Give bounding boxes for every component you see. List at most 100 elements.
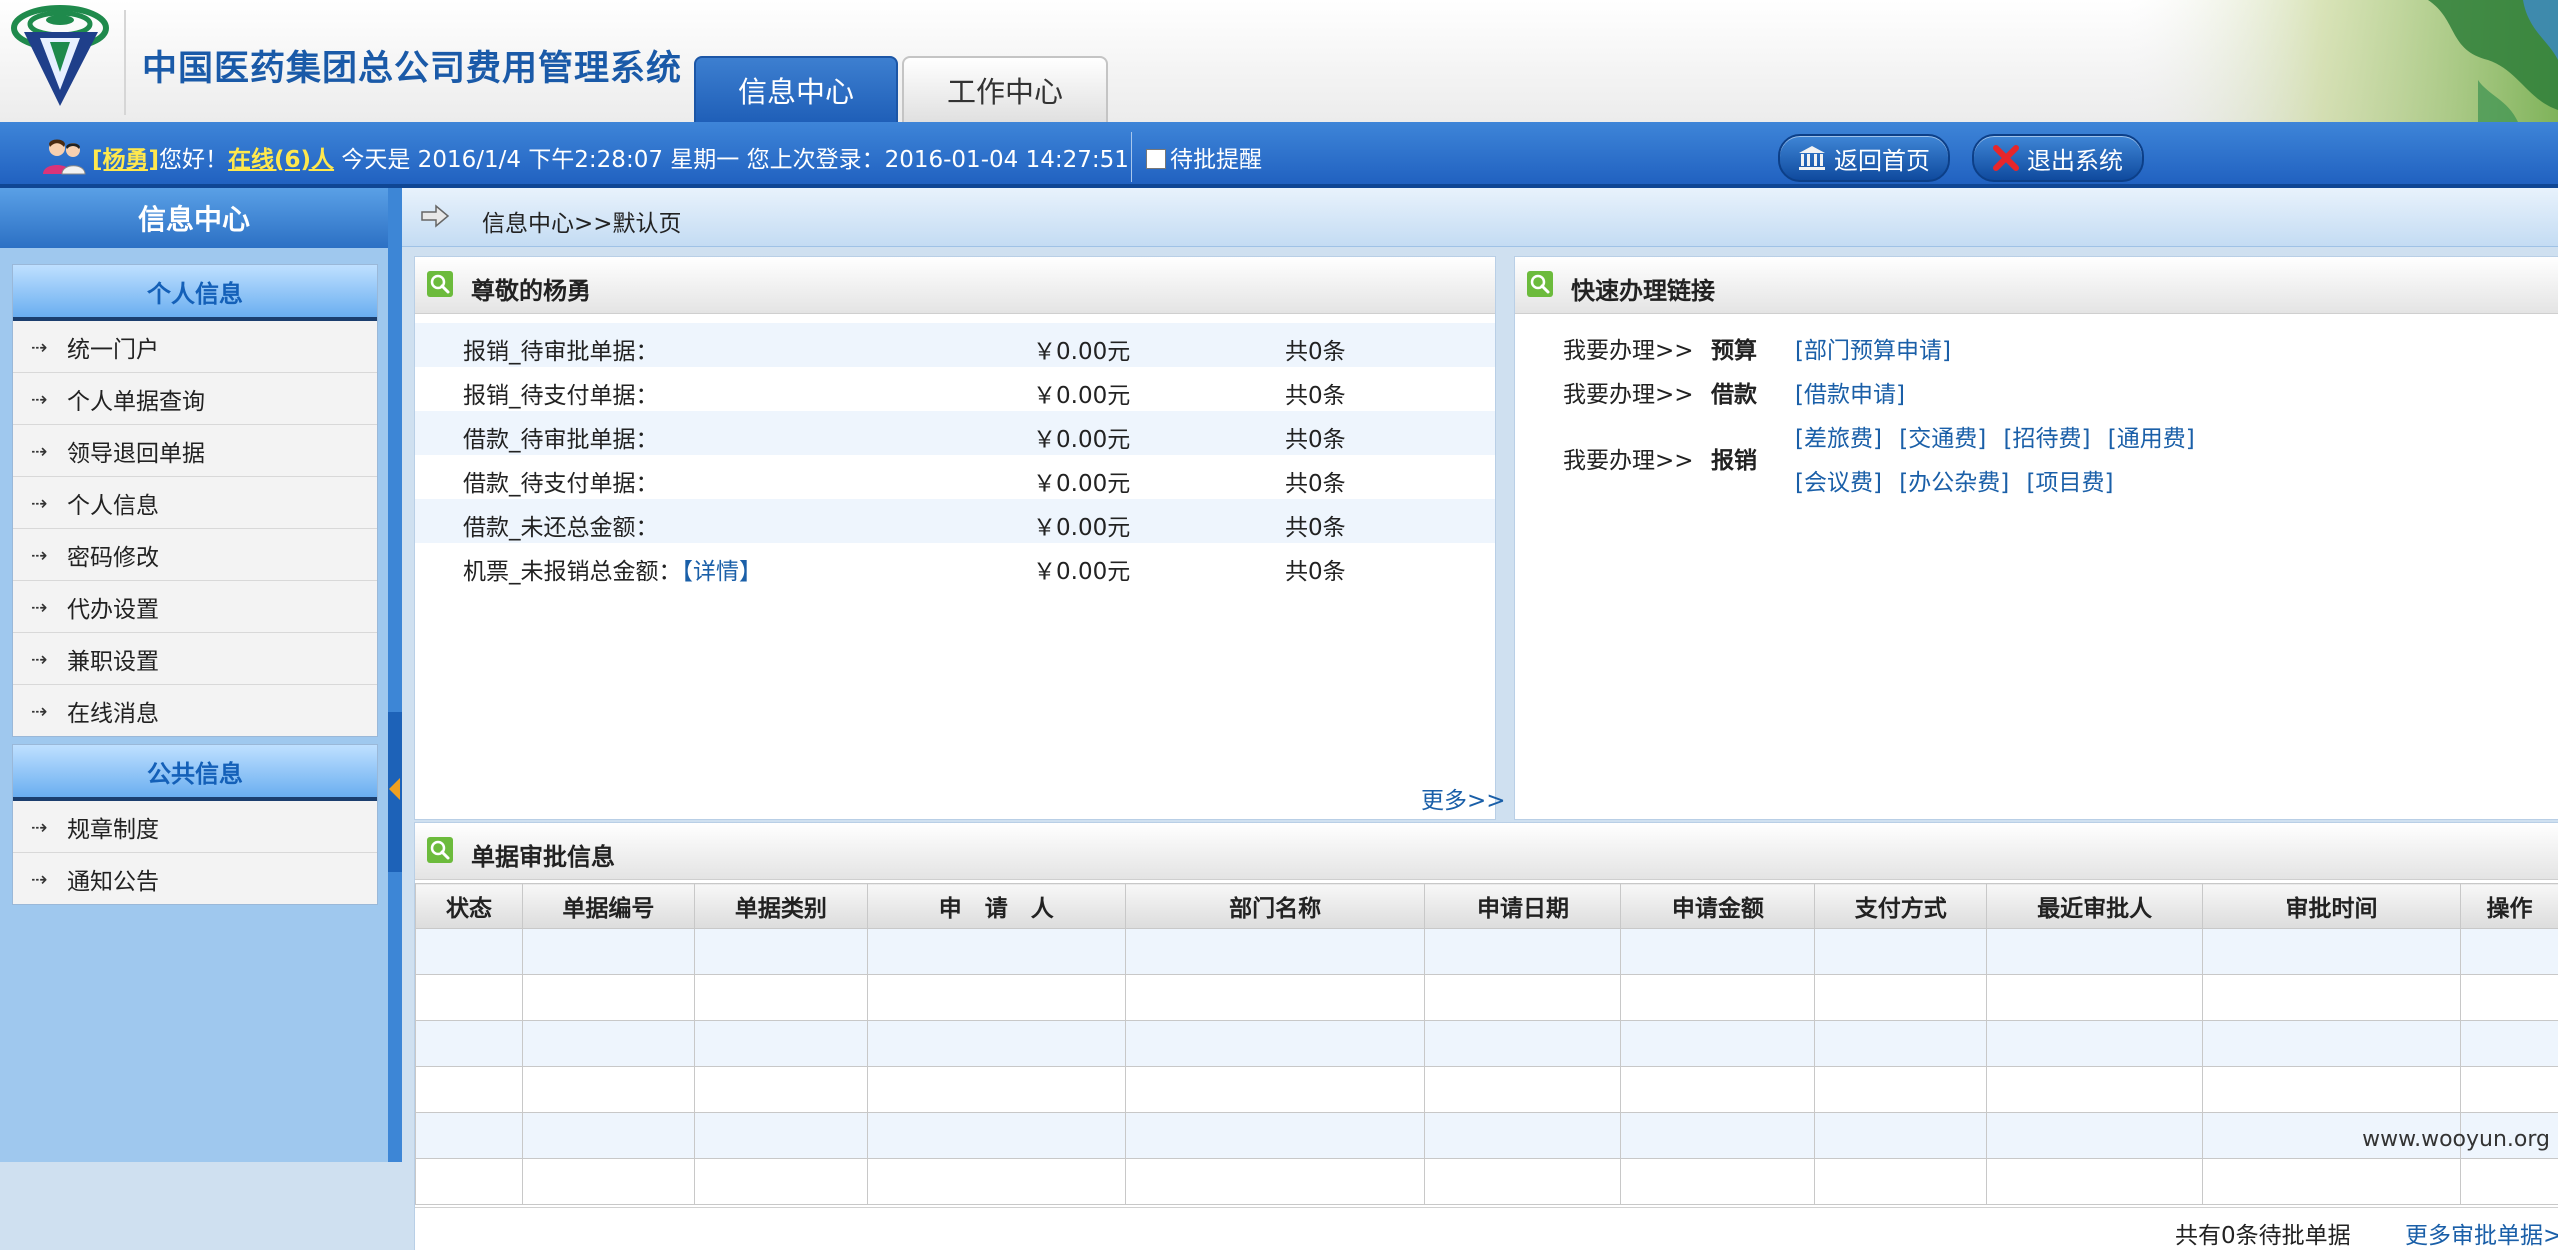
- table-cell: [2460, 1159, 2558, 1205]
- sidebar-item-label: 领导退回单据: [67, 434, 205, 468]
- sidebar-item-label: 个人单据查询: [67, 382, 205, 416]
- table-row[interactable]: [416, 975, 2558, 1021]
- online-users-link[interactable]: 在线(6)人: [228, 147, 334, 173]
- table-cell: [1621, 929, 1815, 975]
- table-cell: [1621, 1113, 1815, 1159]
- table-cell: [1815, 929, 1987, 975]
- sidebar-section-heading[interactable]: 个人信息: [13, 265, 377, 321]
- project-expense-link[interactable]: [项目费]: [2027, 470, 2114, 496]
- table-row[interactable]: [416, 1021, 2558, 1067]
- table-cell: [1425, 975, 1621, 1021]
- table-cell: [1621, 1159, 1815, 1205]
- column-header[interactable]: 单据编号: [522, 884, 694, 929]
- arrow-right-icon: [420, 204, 450, 228]
- header: 中国医药集团总公司费用管理系统 信息中心 工作中心: [0, 0, 2558, 122]
- column-header[interactable]: 申 请 人: [867, 884, 1125, 929]
- office-expense-link[interactable]: [办公杂费]: [1899, 470, 2009, 496]
- transport-expense-link[interactable]: [交通费]: [1899, 426, 1986, 452]
- user-info-bar: [杨勇]您好！在线(6)人 今天是 2016/1/4 下午2:28:07 星期一…: [0, 122, 2558, 188]
- travel-expense-link[interactable]: [差旅费]: [1795, 426, 1882, 452]
- sidebar-item-label: 统一门户: [67, 330, 159, 364]
- table-cell: [2203, 1159, 2461, 1205]
- column-header[interactable]: 审批时间: [2203, 884, 2461, 929]
- table-row[interactable]: [416, 1159, 2558, 1205]
- sidebar-item-notices[interactable]: ⇢通知公告: [13, 853, 377, 904]
- sidebar-section-personal: 个人信息 ⇢统一门户 ⇢个人单据查询 ⇢领导退回单据 ⇢个人信息 ⇢密码修改 ⇢…: [12, 264, 378, 737]
- user-name-link[interactable]: [杨勇]: [92, 147, 159, 173]
- close-icon: [1993, 145, 2019, 171]
- table-row[interactable]: [416, 1067, 2558, 1113]
- meeting-expense-link[interactable]: [会议费]: [1795, 470, 1882, 496]
- sidebar-item-returned-documents[interactable]: ⇢领导退回单据: [13, 425, 377, 477]
- table-cell: [1621, 975, 1815, 1021]
- column-header[interactable]: 申请金额: [1621, 884, 1815, 929]
- exit-button-label: 退出系统: [2027, 141, 2123, 176]
- dotted-arrow-icon: ⇢: [31, 543, 67, 567]
- table-cell: [416, 1021, 523, 1067]
- collapse-arrow-icon[interactable]: [389, 778, 400, 800]
- sidebar-item-change-password[interactable]: ⇢密码修改: [13, 529, 377, 581]
- sidebar-item-delegation[interactable]: ⇢代办设置: [13, 581, 377, 633]
- sidebar-splitter[interactable]: [388, 188, 402, 1162]
- sidebar-section-heading[interactable]: 公共信息: [13, 745, 377, 801]
- general-expense-link[interactable]: [通用费]: [2108, 426, 2195, 452]
- pending-reminder-checkbox[interactable]: [1146, 149, 1166, 169]
- table-cell: [867, 1021, 1125, 1067]
- pending-reminder-toggle[interactable]: 待批提醒: [1146, 140, 1262, 174]
- pending-total-text: 共有0条待批单据: [2175, 1216, 2351, 1250]
- pending-more-link[interactable]: 更多>>: [1421, 781, 1506, 815]
- table-cell: [522, 929, 694, 975]
- table-cell: [1125, 1159, 1425, 1205]
- column-header[interactable]: 操作: [2460, 884, 2558, 929]
- loan-request-link[interactable]: [借款申请]: [1795, 382, 1905, 408]
- logo-divider: [124, 10, 126, 115]
- dotted-arrow-icon: ⇢: [31, 387, 67, 411]
- table-row[interactable]: [416, 1113, 2558, 1159]
- sidebar-item-part-time[interactable]: ⇢兼职设置: [13, 633, 377, 685]
- exit-button[interactable]: 退出系统: [1972, 134, 2144, 182]
- table-cell: [1815, 1159, 1987, 1205]
- table-cell: [416, 929, 523, 975]
- table-cell: [694, 975, 867, 1021]
- table-cell: [867, 975, 1125, 1021]
- panel-header: 单据审批信息: [415, 823, 2558, 880]
- table-cell: [2203, 1021, 2461, 1067]
- table-cell: [1987, 1067, 2203, 1113]
- column-header[interactable]: 状态: [416, 884, 523, 929]
- search-icon: [1527, 271, 1553, 297]
- approval-more-link[interactable]: 更多审批单据>>: [2405, 1216, 2558, 1250]
- table-cell: [1621, 1021, 1815, 1067]
- tab-info-center[interactable]: 信息中心: [694, 56, 898, 122]
- sidebar-item-regulations[interactable]: ⇢规章制度: [13, 801, 377, 853]
- world-map-decoration: [2128, 0, 2558, 122]
- column-header[interactable]: 部门名称: [1125, 884, 1425, 929]
- sidebar-item-profile[interactable]: ⇢个人信息: [13, 477, 377, 529]
- home-button[interactable]: 返回首页: [1778, 134, 1950, 182]
- table-cell: [694, 1067, 867, 1113]
- column-header[interactable]: 申请日期: [1425, 884, 1621, 929]
- table-cell: [1425, 1067, 1621, 1113]
- sidebar-item-my-documents[interactable]: ⇢个人单据查询: [13, 373, 377, 425]
- table-cell: [416, 1067, 523, 1113]
- table-cell: [2460, 1067, 2558, 1113]
- column-header[interactable]: 支付方式: [1815, 884, 1987, 929]
- dotted-arrow-icon: ⇢: [31, 595, 67, 619]
- table-cell: [1987, 929, 2203, 975]
- column-header[interactable]: 单据类别: [694, 884, 867, 929]
- panel-title: 快速办理链接: [1571, 271, 1715, 306]
- table-cell: [1425, 929, 1621, 975]
- sidebar-item-label: 个人信息: [67, 486, 159, 520]
- dept-budget-link[interactable]: [部门预算申请]: [1795, 338, 1951, 364]
- search-icon: [427, 271, 453, 297]
- pending-summary-panel: 尊敬的杨勇 报销_待审批单据： ￥0.00元 共0条 报销_待支付单据： ￥0.…: [414, 256, 1496, 820]
- panel-title: 尊敬的杨勇: [471, 271, 591, 306]
- entertainment-expense-link[interactable]: [招待费]: [2004, 426, 2091, 452]
- tab-work-center[interactable]: 工作中心: [902, 56, 1108, 122]
- sidebar-item-online-messages[interactable]: ⇢在线消息: [13, 685, 377, 736]
- column-header[interactable]: 最近审批人: [1987, 884, 2203, 929]
- ticket-detail-link[interactable]: 【详情】: [682, 559, 763, 585]
- table-row[interactable]: [416, 929, 2558, 975]
- sidebar-item-portal[interactable]: ⇢统一门户: [13, 321, 377, 373]
- watermark-text: www.wooyun.org: [2362, 1127, 2550, 1152]
- last-login-text: 您上次登录：2016-01-04 14:27:51: [747, 147, 1129, 173]
